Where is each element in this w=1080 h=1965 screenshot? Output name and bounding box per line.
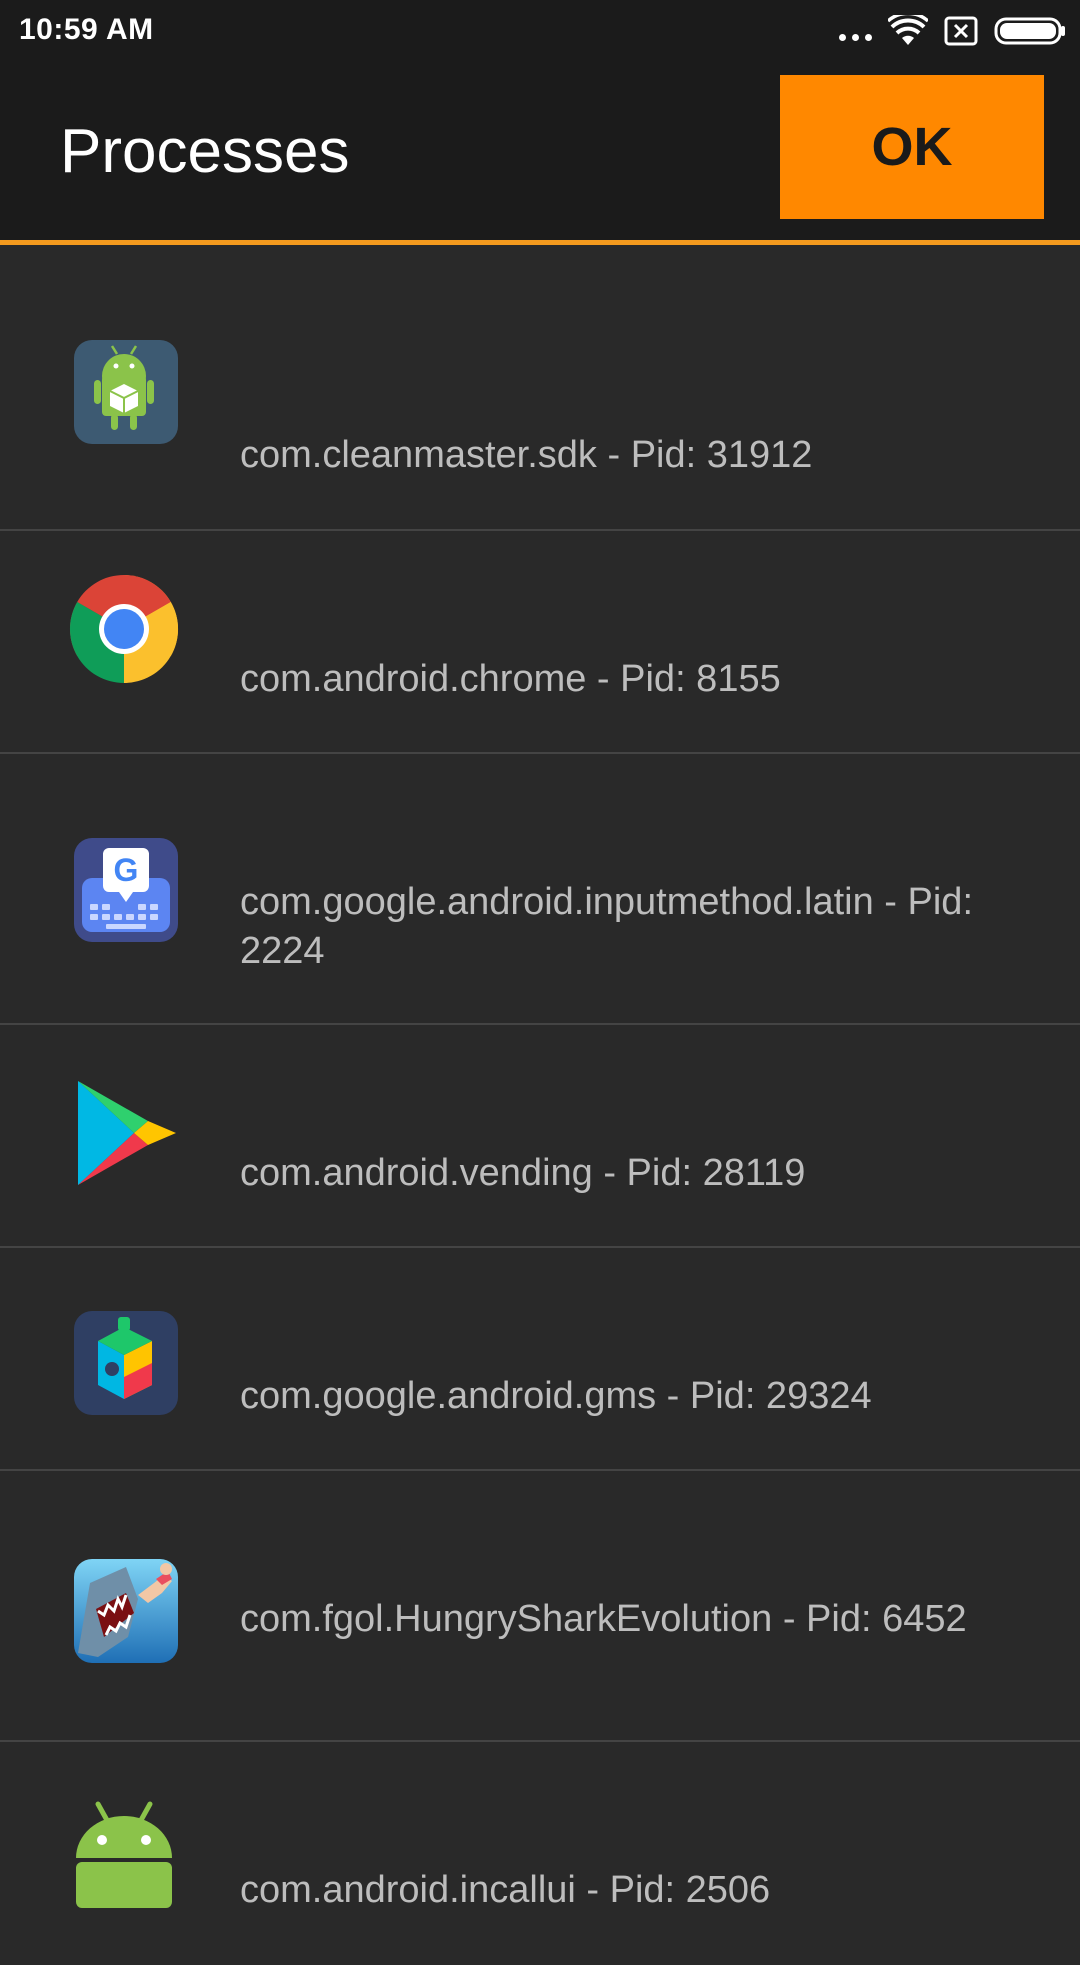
toolbar: Processes OK (0, 60, 1080, 242)
android-icon (68, 1796, 180, 1908)
ok-button[interactable]: OK (780, 75, 1044, 219)
process-label: com.android.chrome - Pid: 8155 (240, 658, 781, 700)
play-services-icon (68, 1305, 180, 1417)
process-label: com.cleanmaster.sdk - Pid: 31912 (240, 434, 813, 476)
process-label: com.google.android.inputmethod.latin - P… (240, 881, 974, 972)
process-label: com.android.vending - Pid: 28119 (240, 1152, 806, 1194)
list-item[interactable]: com.android.incallui - Pid: 2506 (0, 1742, 1080, 1965)
process-label: com.android.incallui - Pid: 2506 (240, 1869, 771, 1911)
chrome-icon (68, 573, 180, 685)
process-label: com.google.android.gms - Pid: 29324 (240, 1375, 872, 1417)
status-icons (839, 14, 1066, 48)
status-time: 10:59 AM (19, 13, 154, 46)
list-item[interactable]: G com.google.android.inputmethod.latin -… (0, 754, 1080, 1025)
list-item[interactable]: com.cleanmaster.sdk - Pid: 31912 (0, 245, 1080, 531)
gboard-icon: G (68, 832, 180, 944)
play-store-icon (68, 1077, 180, 1189)
battery-icon (994, 17, 1065, 45)
no-sim-icon (944, 16, 978, 46)
wifi-icon (888, 15, 928, 45)
process-list: com.cleanmaster.sdk - Pid: 31912 com.and… (0, 245, 1080, 1965)
android-package-icon (68, 332, 180, 444)
page-title: Processes (60, 117, 350, 186)
more-dots-icon (839, 22, 872, 41)
status-bar: 10:59 AM (0, 0, 1080, 60)
list-item[interactable]: com.android.vending - Pid: 28119 (0, 1025, 1080, 1248)
list-item[interactable]: com.google.android.gms - Pid: 29324 (0, 1248, 1080, 1471)
list-item[interactable]: com.fgol.HungrySharkEvolution - Pid: 645… (0, 1471, 1080, 1742)
list-item[interactable]: com.android.chrome - Pid: 8155 (0, 531, 1080, 754)
svg-text:G: G (114, 852, 139, 888)
process-label: com.fgol.HungrySharkEvolution - Pid: 645… (240, 1598, 967, 1640)
hungry-shark-icon (68, 1553, 180, 1665)
